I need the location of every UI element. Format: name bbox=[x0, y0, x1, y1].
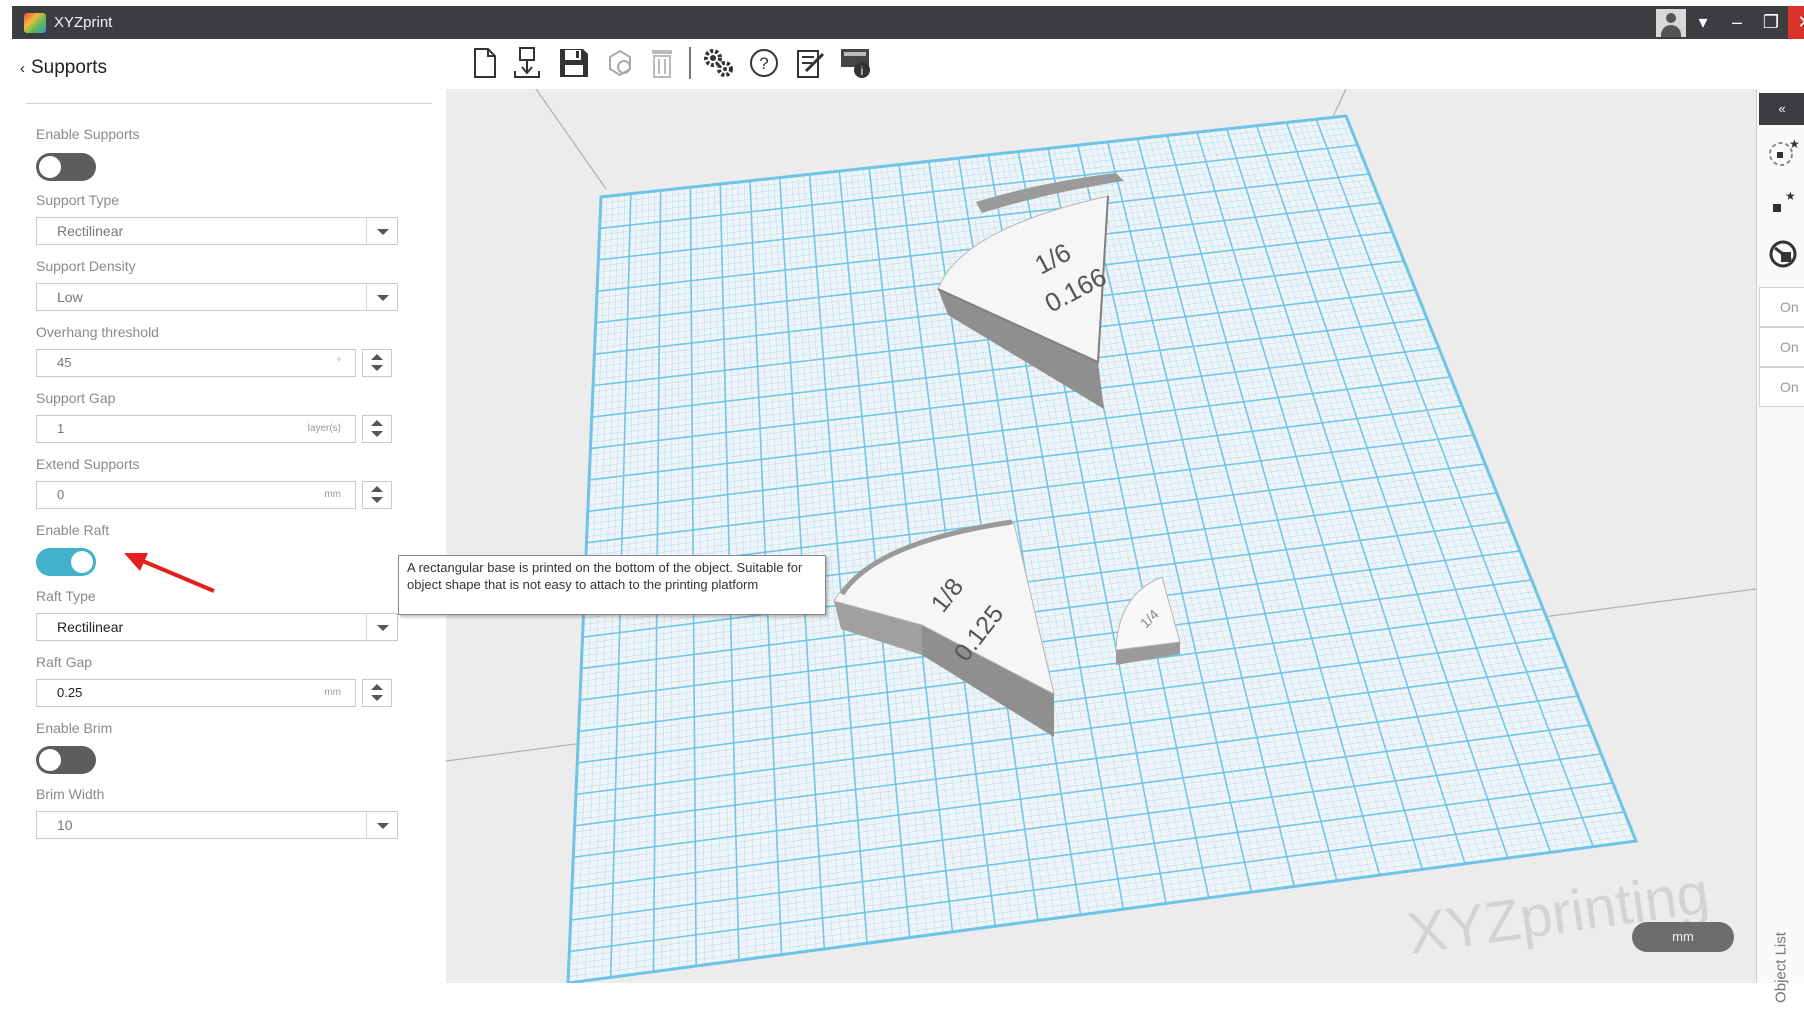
account-dropdown-icon[interactable]: ▾ bbox=[1686, 6, 1720, 39]
support-type-label: Support Type bbox=[36, 192, 120, 208]
extend-supports-value: 0 bbox=[57, 487, 65, 502]
app-title: XYZprint bbox=[54, 14, 113, 31]
mm-unit: mm bbox=[324, 489, 341, 500]
app-logo-icon bbox=[24, 13, 46, 33]
raft-gap-value: 0.25 bbox=[57, 685, 83, 700]
mm-unit: mm bbox=[324, 687, 341, 698]
import-icon[interactable] bbox=[510, 45, 546, 81]
back-button[interactable]: ‹ Supports bbox=[20, 57, 107, 79]
extend-supports-stepper[interactable] bbox=[362, 481, 392, 509]
chevron-left-icon: ‹ bbox=[20, 60, 25, 77]
raft-type-value: Rectilinear bbox=[57, 619, 124, 635]
svg-text:★: ★ bbox=[1789, 137, 1799, 151]
extend-supports-input[interactable]: 0 mm bbox=[36, 481, 356, 509]
support-gap-input[interactable]: 1 layer(s) bbox=[36, 415, 356, 443]
room-edge-line bbox=[535, 89, 607, 190]
user-account-icon[interactable] bbox=[1656, 9, 1686, 37]
chevron-down-icon[interactable] bbox=[366, 218, 397, 244]
support-density-value: Low bbox=[57, 289, 83, 305]
enable-raft-tooltip: A rectangular base is printed on the bot… bbox=[398, 555, 826, 615]
side-button-2[interactable]: On bbox=[1759, 327, 1804, 367]
print-bed-scene[interactable]: 1/6 0.166 1/8 0.125 1/4 XYZprinting bbox=[446, 89, 1756, 983]
side-button-3[interactable]: On bbox=[1759, 367, 1804, 407]
enable-raft-toggle[interactable] bbox=[36, 548, 96, 576]
object-list-tab[interactable]: Object List bbox=[1761, 909, 1801, 1029]
overhang-threshold-label: Overhang threshold bbox=[36, 324, 159, 340]
main-toolbar: ? i bbox=[446, 39, 1804, 89]
enable-brim-toggle[interactable] bbox=[36, 746, 96, 774]
svg-text:?: ? bbox=[759, 54, 768, 73]
settings-icon[interactable] bbox=[700, 45, 736, 81]
support-density-label: Support Density bbox=[36, 258, 136, 274]
enable-supports-toggle[interactable] bbox=[36, 153, 96, 181]
enable-brim-label: Enable Brim bbox=[36, 720, 113, 736]
support-gap-value: 1 bbox=[57, 421, 65, 436]
panel-title: Supports bbox=[31, 57, 108, 78]
enable-supports-label: Enable Supports bbox=[36, 126, 140, 142]
brim-width-select[interactable]: 10 bbox=[36, 811, 398, 839]
chevron-down-icon[interactable] bbox=[366, 284, 397, 310]
3d-viewport[interactable]: 1/6 0.166 1/8 0.125 1/4 XYZprinting bbox=[446, 89, 1756, 983]
chevron-down-icon[interactable] bbox=[366, 614, 397, 640]
red-arrow-annotation bbox=[124, 553, 215, 593]
degree-unit: ° bbox=[337, 357, 341, 368]
brim-width-label: Brim Width bbox=[36, 786, 105, 802]
object-list-label: Object List bbox=[1772, 932, 1790, 1003]
restore-button[interactable]: ❐ bbox=[1754, 6, 1788, 39]
object-icon[interactable] bbox=[602, 45, 638, 81]
support-density-select[interactable]: Low bbox=[36, 283, 398, 311]
overhang-threshold-value: 45 bbox=[57, 355, 72, 370]
print-icon[interactable] bbox=[792, 45, 828, 81]
support-gap-stepper[interactable] bbox=[362, 415, 392, 443]
collapse-panel-button[interactable]: « bbox=[1759, 93, 1804, 125]
layers-unit: layer(s) bbox=[307, 423, 341, 434]
support-type-value: Rectilinear bbox=[57, 223, 124, 239]
auto-arrange-icon[interactable]: ★ bbox=[1767, 136, 1799, 168]
minimize-button[interactable]: – bbox=[1720, 6, 1754, 39]
new-file-icon[interactable] bbox=[466, 45, 502, 81]
delete-icon[interactable] bbox=[644, 45, 680, 81]
unit-toggle-button[interactable]: mm bbox=[1632, 922, 1734, 952]
extend-supports-label: Extend Supports bbox=[36, 456, 140, 472]
right-tool-panel: « ★ ★ On On On Object List bbox=[1756, 89, 1804, 1003]
brim-width-value: 10 bbox=[57, 817, 73, 833]
enable-raft-label: Enable Raft bbox=[36, 522, 110, 538]
raft-type-label: Raft Type bbox=[36, 588, 96, 604]
svg-text:★: ★ bbox=[1785, 189, 1796, 203]
raft-type-select[interactable]: Rectilinear bbox=[36, 613, 398, 641]
view-reset-icon[interactable] bbox=[1767, 238, 1799, 270]
room-edge-line bbox=[1331, 89, 1347, 120]
help-icon[interactable]: ? bbox=[746, 45, 782, 81]
support-gap-label: Support Gap bbox=[36, 390, 116, 406]
printer-info-icon[interactable]: i bbox=[838, 45, 874, 81]
raft-gap-label: Raft Gap bbox=[36, 654, 93, 670]
toolbar-divider bbox=[689, 47, 691, 79]
chevron-down-icon[interactable] bbox=[366, 812, 397, 838]
title-bar: XYZprint ▾ – ❐ ✕ bbox=[12, 6, 1804, 39]
raft-gap-stepper[interactable] bbox=[362, 679, 392, 707]
divider bbox=[26, 103, 432, 104]
svg-text:i: i bbox=[861, 64, 864, 78]
place-on-bed-icon[interactable]: ★ bbox=[1767, 188, 1799, 220]
close-button[interactable]: ✕ bbox=[1788, 6, 1804, 39]
supports-panel: ‹ Supports Enable Supports Support Type R… bbox=[12, 39, 446, 983]
save-icon[interactable] bbox=[556, 45, 592, 81]
raft-gap-input[interactable]: 0.25 mm bbox=[36, 679, 356, 707]
overhang-threshold-stepper[interactable] bbox=[362, 349, 392, 377]
support-type-select[interactable]: Rectilinear bbox=[36, 217, 398, 245]
side-button-1[interactable]: On bbox=[1759, 287, 1804, 327]
overhang-threshold-input[interactable]: 45 ° bbox=[36, 349, 356, 377]
